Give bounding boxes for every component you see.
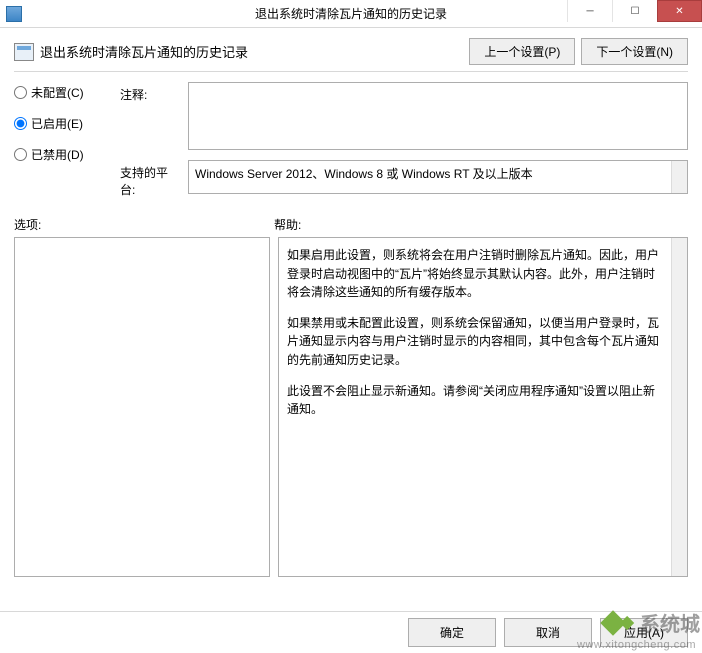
comment-textarea[interactable] <box>188 82 688 150</box>
title-bar: 退出系统时清除瓦片通知的历史记录 ─ ☐ ✕ <box>0 0 702 28</box>
radio-enabled-label: 已启用(E) <box>31 115 83 132</box>
policy-title: 退出系统时清除瓦片通知的历史记录 <box>40 42 248 61</box>
radio-enabled[interactable]: 已启用(E) <box>14 115 104 132</box>
comment-label: 注释: <box>120 82 180 103</box>
minimize-button[interactable]: ─ <box>567 0 612 22</box>
radio-not-configured-label: 未配置(C) <box>31 84 84 101</box>
cancel-button[interactable]: 取消 <box>504 618 592 647</box>
previous-setting-button[interactable]: 上一个设置(P) <box>469 38 575 65</box>
radio-disabled-input[interactable] <box>14 148 27 161</box>
help-pane: 如果启用此设置，则系统将会在用户注销时删除瓦片通知。因此，用户登录时启动视图中的… <box>278 237 688 577</box>
divider <box>14 71 688 72</box>
options-label: 选项: <box>14 216 274 233</box>
next-setting-button[interactable]: 下一个设置(N) <box>581 38 688 65</box>
radio-disabled-label: 已禁用(D) <box>31 146 84 163</box>
help-paragraph-2: 如果禁用或未配置此设置，则系统会保留通知，以便当用户登录时，瓦片通知显示内容与用… <box>287 314 665 370</box>
radio-not-configured-input[interactable] <box>14 86 27 99</box>
radio-disabled[interactable]: 已禁用(D) <box>14 146 104 163</box>
platform-label: 支持的平台: <box>120 160 180 198</box>
help-paragraph-1: 如果启用此设置，则系统将会在用户注销时删除瓦片通知。因此，用户登录时启动视图中的… <box>287 246 665 302</box>
dialog-footer: 确定 取消 应用(A) <box>0 611 702 653</box>
radio-enabled-input[interactable] <box>14 117 27 130</box>
policy-heading: 退出系统时清除瓦片通知的历史记录 <box>14 42 248 61</box>
scrollbar[interactable] <box>671 161 687 193</box>
maximize-button[interactable]: ☐ <box>612 0 657 22</box>
supported-platform-text: Windows Server 2012、Windows 8 或 Windows … <box>195 167 533 181</box>
supported-platform-box: Windows Server 2012、Windows 8 或 Windows … <box>188 160 688 194</box>
scrollbar[interactable] <box>671 238 687 576</box>
radio-not-configured[interactable]: 未配置(C) <box>14 84 104 101</box>
app-icon <box>6 6 22 22</box>
close-button[interactable]: ✕ <box>657 0 702 22</box>
policy-icon <box>14 43 34 61</box>
apply-button[interactable]: 应用(A) <box>600 618 688 647</box>
help-label: 帮助: <box>274 216 301 233</box>
help-paragraph-3: 此设置不会阻止显示新通知。请参阅“关闭应用程序通知”设置以阻止新通知。 <box>287 382 665 419</box>
window-controls: ─ ☐ ✕ <box>567 0 702 27</box>
ok-button[interactable]: 确定 <box>408 618 496 647</box>
options-pane <box>14 237 270 577</box>
